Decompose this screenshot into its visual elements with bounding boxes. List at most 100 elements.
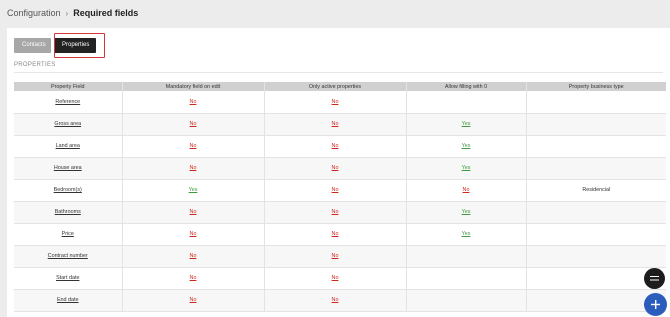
tab-contacts[interactable]: Contacts <box>14 38 51 53</box>
column-header-property-field: Property Field <box>14 82 123 91</box>
cell-mandatory: No <box>122 91 265 114</box>
cell-business-type <box>526 113 666 136</box>
mandatory-toggle[interactable]: No <box>190 143 197 149</box>
business-type-value: Residencial <box>582 187 611 193</box>
mandatory-toggle[interactable]: No <box>190 121 197 127</box>
property-field-label: House area <box>53 165 82 171</box>
cell-mandatory: No <box>122 157 265 180</box>
property-field-label: Bedroom(s) <box>53 187 82 193</box>
table-row: Price No No Yes <box>14 223 666 246</box>
cell-business-type <box>526 91 666 114</box>
table-row: Reference No No <box>14 91 666 114</box>
property-field-label: Price <box>61 231 74 237</box>
section-title: PROPERTIES <box>14 62 56 68</box>
cell-active-only: No <box>264 223 407 246</box>
cell-allow-zero <box>406 91 527 114</box>
active-only-toggle[interactable]: No <box>332 99 339 105</box>
cell-allow-zero: Yes <box>406 135 527 158</box>
cell-property-field: Bedroom(s) <box>14 179 123 202</box>
cell-business-type <box>526 223 666 246</box>
active-only-toggle[interactable]: No <box>332 143 339 149</box>
required-fields-table: Property Field Mandatory field on edit O… <box>14 82 666 312</box>
property-field-label: Start date <box>56 275 80 281</box>
active-only-toggle[interactable]: No <box>332 209 339 215</box>
cell-active-only: No <box>264 267 407 290</box>
table-row: End date No No <box>14 289 666 312</box>
active-only-toggle[interactable]: No <box>332 121 339 127</box>
table-row: House area No No Yes <box>14 157 666 180</box>
cell-mandatory: No <box>122 223 265 246</box>
breadcrumb: Configuration › Required fields <box>7 8 138 18</box>
property-field-label: End date <box>56 297 79 303</box>
section-divider <box>14 72 663 73</box>
cell-business-type <box>526 157 666 180</box>
mandatory-toggle[interactable]: No <box>190 231 197 237</box>
plus-icon <box>651 300 660 309</box>
allow-zero-toggle[interactable]: Yes <box>462 231 471 237</box>
property-field-label: Reference <box>55 98 81 105</box>
cell-active-only: No <box>264 113 407 136</box>
content-card: Contacts Properties PROPERTIES Property … <box>7 28 670 317</box>
allow-zero-toggle[interactable]: No <box>463 187 470 193</box>
cell-property-field: Contract number <box>14 245 123 268</box>
column-header-mandatory: Mandatory field on edit <box>122 82 265 91</box>
cell-property-field: Reference <box>14 91 123 114</box>
table-row: Contract number No No <box>14 245 666 268</box>
cell-property-field: Price <box>14 223 123 246</box>
cell-allow-zero: Yes <box>406 113 527 136</box>
active-only-toggle[interactable]: No <box>332 297 339 303</box>
cell-business-type <box>526 201 666 224</box>
cell-active-only: No <box>264 157 407 180</box>
breadcrumb-separator: › <box>65 8 69 18</box>
cell-property-field: Bathrooms <box>14 201 123 224</box>
mandatory-toggle[interactable]: No <box>190 275 197 281</box>
breadcrumb-configuration[interactable]: Configuration <box>7 8 61 18</box>
add-button[interactable] <box>644 293 667 316</box>
cell-property-field: End date <box>14 289 123 312</box>
table-row: Bedroom(s) Yes No No Residencial <box>14 179 666 202</box>
mandatory-toggle[interactable]: No <box>190 297 197 303</box>
active-only-toggle[interactable]: No <box>332 165 339 171</box>
property-field-label: Contract number <box>47 253 88 259</box>
table-row: Gross area No No Yes <box>14 113 666 136</box>
cell-allow-zero <box>406 245 527 268</box>
menu-button[interactable] <box>644 268 665 289</box>
table-header-row: Property Field Mandatory field on edit O… <box>14 82 666 91</box>
cell-property-field: Start date <box>14 267 123 290</box>
cell-allow-zero <box>406 289 527 312</box>
cell-active-only: No <box>264 135 407 158</box>
table-row: Land area No No Yes <box>14 135 666 158</box>
mandatory-toggle[interactable]: Yes <box>189 187 198 193</box>
mandatory-toggle[interactable]: No <box>190 165 197 171</box>
cell-property-field: House area <box>14 157 123 180</box>
mandatory-toggle[interactable]: No <box>190 99 197 105</box>
allow-zero-toggle[interactable]: Yes <box>462 121 471 127</box>
cell-active-only: No <box>264 179 407 202</box>
mandatory-toggle[interactable]: No <box>190 209 197 215</box>
active-only-toggle[interactable]: No <box>332 253 339 259</box>
allow-zero-toggle[interactable]: Yes <box>462 165 471 171</box>
cell-property-field: Land area <box>14 135 123 158</box>
allow-zero-toggle[interactable]: Yes <box>462 143 471 149</box>
cell-property-field: Gross area <box>14 113 123 136</box>
cell-allow-zero: No <box>406 179 527 202</box>
cell-mandatory: No <box>122 201 265 224</box>
cell-business-type <box>526 245 666 268</box>
active-only-toggle[interactable]: No <box>332 231 339 237</box>
property-field-label: Gross area <box>54 121 82 127</box>
cell-active-only: No <box>264 245 407 268</box>
active-only-toggle[interactable]: No <box>332 275 339 281</box>
mandatory-toggle[interactable]: No <box>190 253 197 259</box>
column-header-business-type: Property business type <box>526 82 666 91</box>
cell-allow-zero: Yes <box>406 223 527 246</box>
active-only-toggle[interactable]: No <box>332 187 339 193</box>
cell-allow-zero: Yes <box>406 201 527 224</box>
cell-mandatory: No <box>122 113 265 136</box>
cell-mandatory: Yes <box>122 179 265 202</box>
cell-active-only: No <box>264 91 407 114</box>
menu-icon <box>650 276 659 281</box>
cell-business-type: Residencial <box>526 179 666 202</box>
allow-zero-toggle[interactable]: Yes <box>462 209 471 215</box>
cell-business-type <box>526 135 666 158</box>
cell-allow-zero <box>406 267 527 290</box>
